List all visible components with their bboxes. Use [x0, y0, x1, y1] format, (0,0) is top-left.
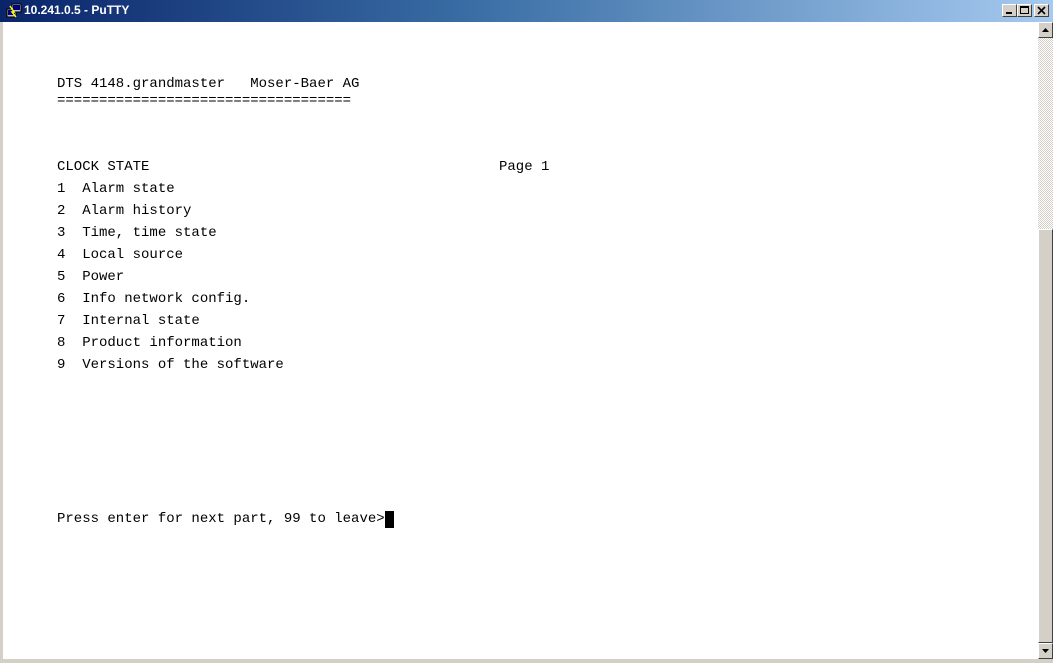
page-indicator: Page 1 [499, 159, 550, 175]
menu-item-time-state: 3 Time, time state [57, 225, 217, 241]
system-header: DTS 4148.grandmaster Moser-Baer AG [57, 76, 360, 92]
menu-item-software-versions: 9 Versions of the software [57, 357, 284, 373]
close-icon [1037, 6, 1046, 15]
title-bar[interactable]: 10.241.0.5 - PuTTY [0, 0, 1053, 22]
menu-item-local-source: 4 Local source [57, 247, 184, 263]
maximize-button[interactable] [1017, 4, 1032, 17]
menu-item-product-info: 8 Product information [57, 335, 242, 351]
text-cursor [384, 511, 394, 528]
menu-item-internal-state: 7 Internal state [57, 313, 200, 329]
menu-item-power: 5 Power [57, 269, 125, 285]
putty-icon[interactable] [6, 3, 22, 19]
arrow-up-icon [1042, 28, 1049, 32]
scroll-up-button[interactable] [1038, 22, 1053, 38]
command-prompt[interactable]: Press enter for next part, 99 to leave> [57, 511, 394, 528]
minimize-button[interactable] [1002, 4, 1017, 17]
terminal-area[interactable]: DTS 4148.grandmaster Moser-Baer AG =====… [3, 22, 1038, 659]
section-title: CLOCK STATE [57, 159, 150, 175]
scroll-down-button[interactable] [1038, 643, 1053, 659]
scrollbar-thumb[interactable] [1038, 229, 1053, 643]
minimize-icon [1006, 12, 1012, 14]
prompt-text: Press enter for next part, 99 to leave> [57, 511, 385, 527]
maximize-icon [1020, 6, 1029, 14]
putty-window: 10.241.0.5 - PuTTY DTS 4148.grandmaster … [0, 0, 1053, 659]
menu-item-alarm-history: 2 Alarm history [57, 203, 192, 219]
vertical-scrollbar[interactable] [1038, 22, 1053, 659]
menu-item-alarm-state: 1 Alarm state [57, 181, 175, 197]
menu-item-network-config: 6 Info network config. [57, 291, 251, 307]
arrow-down-icon [1042, 649, 1049, 653]
header-separator: =================================== [57, 93, 352, 109]
window-title: 10.241.0.5 - PuTTY [24, 3, 130, 17]
close-button[interactable] [1034, 4, 1049, 17]
